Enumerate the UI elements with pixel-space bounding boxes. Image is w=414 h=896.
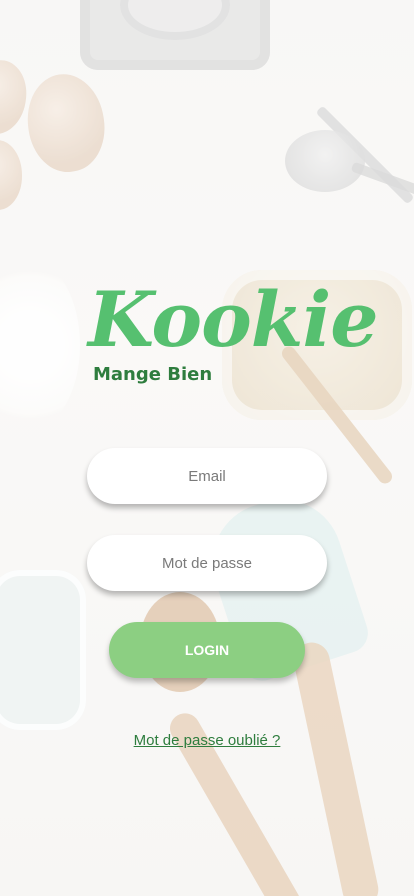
login-button[interactable]: LOGIN — [109, 622, 305, 678]
app-logo: Kookie — [88, 275, 379, 364]
login-screen: Kookie Mange Bien LOGIN Mot de passe oub… — [0, 0, 414, 896]
app-tagline: Mange Bien — [93, 364, 213, 385]
password-field[interactable] — [87, 535, 327, 591]
forgot-password-link[interactable]: Mot de passe oublié ? — [0, 732, 414, 749]
email-field[interactable] — [87, 448, 327, 504]
